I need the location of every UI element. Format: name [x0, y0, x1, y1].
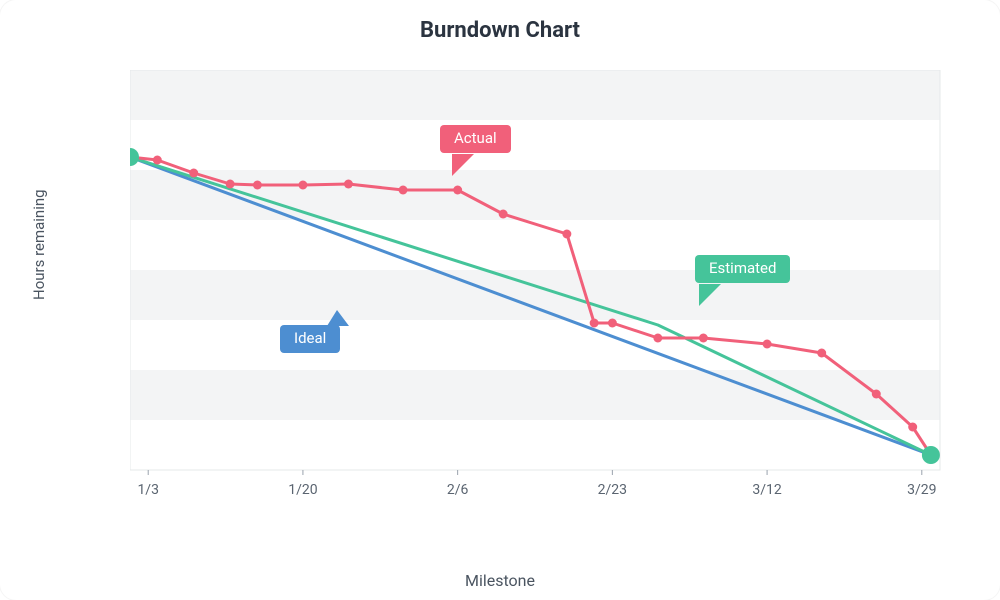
chart-title: Burndown Chart — [0, 18, 1000, 43]
svg-text:1/3: 1/3 — [137, 482, 159, 498]
y-axis-label: Hours remaining — [30, 189, 48, 300]
annotation-ideal-tail — [327, 310, 353, 330]
plot-area: 05101520253035401/31/202/62/233/123/29 A… — [130, 70, 950, 525]
annotation-actual-tail — [452, 154, 478, 178]
annotation-estimated: Estimated — [695, 255, 790, 283]
chart-svg: 05101520253035401/31/202/62/233/123/29 — [130, 70, 950, 525]
annotation-estimated-tail — [699, 284, 725, 308]
svg-text:3/29: 3/29 — [907, 482, 936, 498]
x-axis-label: Milestone — [0, 571, 1000, 590]
svg-text:2/23: 2/23 — [598, 482, 627, 498]
annotation-actual: Actual — [440, 125, 511, 153]
chart-card: Burndown Chart Hours remaining Milestone… — [0, 0, 1000, 600]
svg-text:2/6: 2/6 — [447, 482, 469, 498]
svg-text:1/20: 1/20 — [288, 482, 318, 498]
svg-text:3/12: 3/12 — [752, 482, 782, 498]
